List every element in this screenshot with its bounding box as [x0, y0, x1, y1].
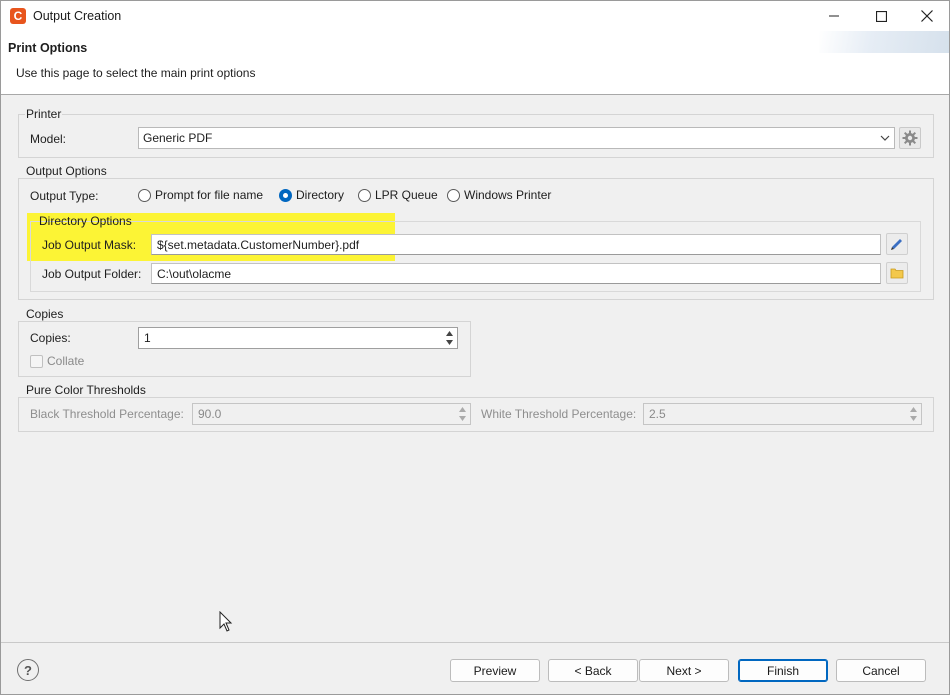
- radio-label: LPR Queue: [375, 188, 438, 202]
- minimize-button[interactable]: [811, 1, 857, 31]
- header-decoration: [819, 31, 949, 53]
- title-bar: C Output Creation: [1, 1, 949, 31]
- directory-options-group-label: Directory Options: [39, 214, 132, 228]
- page-title: Print Options: [8, 41, 88, 55]
- radio-circle-selected: [279, 188, 292, 202]
- black-threshold-value: 90.0: [198, 407, 222, 421]
- radio-label: Directory: [296, 188, 345, 202]
- app-icon: C: [10, 8, 26, 24]
- spin-up-icon[interactable]: [442, 329, 456, 338]
- pencil-icon: [891, 239, 902, 250]
- copies-value: 1: [144, 331, 151, 345]
- output-options-group-label: Output Options: [25, 164, 108, 178]
- radio-label: Windows Printer: [464, 188, 552, 202]
- help-button[interactable]: ?: [17, 659, 39, 681]
- chevron-down-icon: [880, 135, 890, 141]
- cancel-button[interactable]: Cancel: [836, 659, 926, 682]
- spin-down-icon: [455, 414, 469, 423]
- browse-folder-button[interactable]: [886, 262, 908, 284]
- back-button[interactable]: < Back: [548, 659, 638, 682]
- maximize-icon: [875, 10, 887, 22]
- gear-icon: [902, 130, 918, 146]
- close-button[interactable]: [904, 1, 950, 31]
- output-type-label: Output Type:: [30, 189, 99, 203]
- job-output-mask-input[interactable]: ${set.metadata.CustomerNumber}.pdf: [151, 234, 881, 255]
- maximize-button[interactable]: [858, 1, 904, 31]
- folder-icon: [890, 268, 904, 279]
- spinner-arrows: [455, 405, 469, 423]
- job-output-mask-value: ${set.metadata.CustomerNumber}.pdf: [157, 238, 360, 252]
- finish-button[interactable]: Finish: [738, 659, 828, 682]
- radio-prompt-for-file-name[interactable]: Prompt for file name: [138, 188, 263, 202]
- radio-lpr-queue[interactable]: LPR Queue: [358, 188, 438, 202]
- copies-label: Copies:: [30, 331, 71, 345]
- model-select[interactable]: Generic PDF: [138, 127, 895, 149]
- spin-down-icon[interactable]: [442, 338, 456, 347]
- spin-up-icon: [455, 405, 469, 414]
- mouse-cursor-icon: [219, 611, 233, 632]
- output-creation-dialog: C Output Creation Print Options Use this…: [0, 0, 950, 695]
- dialog-footer: ? Preview < Back Next > Finish Cancel: [1, 642, 949, 694]
- radio-windows-printer[interactable]: Windows Printer: [447, 188, 551, 202]
- collate-checkbox[interactable]: Collate: [30, 354, 84, 368]
- printer-settings-button[interactable]: [899, 127, 921, 149]
- preview-button[interactable]: Preview: [450, 659, 540, 682]
- model-select-value: Generic PDF: [143, 131, 213, 145]
- black-threshold-spinner[interactable]: 90.0: [192, 403, 471, 425]
- minimize-icon: [829, 15, 839, 17]
- edit-mask-button[interactable]: [886, 233, 908, 255]
- job-output-folder-input[interactable]: C:\out\olacme: [151, 263, 881, 284]
- printer-group-label: Printer: [25, 107, 63, 121]
- radio-circle: [138, 188, 151, 202]
- window-title: Output Creation: [33, 9, 122, 23]
- spin-up-icon: [906, 405, 920, 414]
- white-threshold-value: 2.5: [649, 407, 666, 421]
- page-header: Print Options Use this page to select th…: [1, 31, 949, 95]
- spinner-arrows: [906, 405, 920, 423]
- radio-directory[interactable]: Directory: [279, 188, 344, 202]
- job-output-folder-label: Job Output Folder:: [42, 267, 142, 281]
- page-description: Use this page to select the main print o…: [16, 66, 256, 80]
- copies-spinner[interactable]: 1: [138, 327, 458, 349]
- radio-circle: [358, 188, 371, 202]
- white-threshold-spinner[interactable]: 2.5: [643, 403, 922, 425]
- thresholds-group-label: Pure Color Thresholds: [25, 383, 147, 397]
- next-button[interactable]: Next >: [639, 659, 729, 682]
- collate-label: Collate: [47, 354, 85, 368]
- white-threshold-label: White Threshold Percentage:: [481, 407, 637, 421]
- close-icon: [921, 10, 933, 22]
- radio-label: Prompt for file name: [155, 188, 264, 202]
- radio-circle: [447, 188, 460, 202]
- spin-down-icon: [906, 414, 920, 423]
- copies-group-label: Copies: [25, 307, 65, 321]
- model-label: Model:: [30, 132, 67, 146]
- black-threshold-label: Black Threshold Percentage:: [30, 407, 184, 421]
- spinner-arrows: [442, 329, 456, 347]
- job-output-folder-value: C:\out\olacme: [157, 267, 232, 281]
- checkbox-box: [30, 354, 43, 368]
- job-output-mask-label: Job Output Mask:: [42, 238, 137, 252]
